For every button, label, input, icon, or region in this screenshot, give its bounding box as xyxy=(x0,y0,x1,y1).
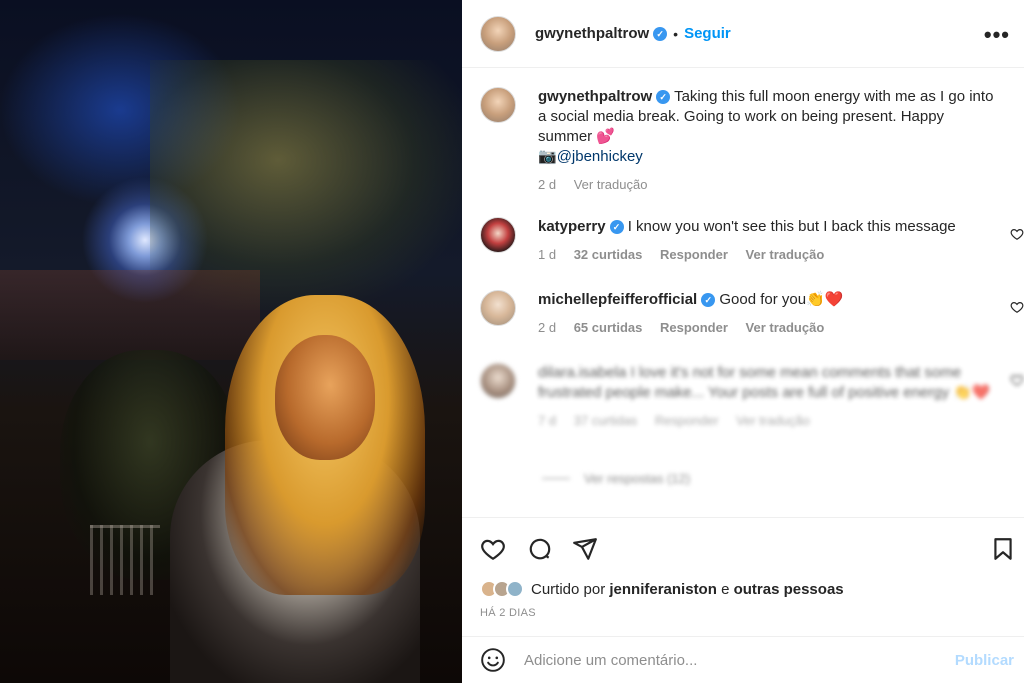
comment-likes[interactable]: 32 curtidas xyxy=(574,247,643,262)
comment-likes[interactable]: 65 curtidas xyxy=(574,320,643,335)
reply-button[interactable]: Responder xyxy=(660,320,728,335)
comment-avatar[interactable] xyxy=(480,217,516,253)
credit-handle-link[interactable]: @jbenhickey xyxy=(557,148,643,165)
comments-list[interactable]: gwynethpaltrow ✓ Taking this full moon en… xyxy=(462,69,1024,517)
comment-age[interactable]: 7 d xyxy=(538,413,556,428)
follow-button[interactable]: Seguir xyxy=(684,25,731,42)
comment-avatar[interactable] xyxy=(480,290,516,326)
liked-by-conj: e xyxy=(721,580,730,598)
view-replies-label: Ver respostas (12) xyxy=(584,471,691,486)
post-header: gwynethpaltrow ✓ • Seguir ••• xyxy=(462,0,1024,68)
post-side-panel: gwynethpaltrow ✓ • Seguir ••• gwynethpal… xyxy=(462,0,1024,683)
caption-age[interactable]: 2 d xyxy=(538,177,556,192)
comment-like-heart-icon[interactable] xyxy=(1010,227,1024,241)
view-replies-button[interactable]: Ver respostas (12) xyxy=(542,471,690,486)
comment-like-heart-icon[interactable] xyxy=(1010,373,1024,387)
reply-button[interactable]: Responder xyxy=(655,413,719,428)
author-avatar[interactable] xyxy=(480,15,516,52)
liked-by-prefix: Curtido por xyxy=(531,580,606,598)
photo-person-face xyxy=(275,335,375,460)
post-date[interactable]: HÁ 2 DIAS xyxy=(480,607,536,619)
camera-icon: 📷 xyxy=(538,148,557,165)
translate-link[interactable]: Ver tradução xyxy=(746,247,825,262)
comment-like-heart-icon[interactable] xyxy=(1010,300,1024,314)
comment-age[interactable]: 1 d xyxy=(538,247,556,262)
replies-divider xyxy=(542,478,570,479)
action-bar: Curtido por jenniferaniston e outras pes… xyxy=(462,517,1024,635)
verified-badge-icon: ✓ xyxy=(609,220,624,235)
liked-by: Curtido por jenniferaniston e outras pes… xyxy=(480,580,844,598)
photo-brick-wall xyxy=(0,270,260,360)
publish-button[interactable]: Publicar xyxy=(955,652,1014,669)
comment-username[interactable]: michellepfeifferofficial xyxy=(538,291,697,308)
caption-avatar[interactable] xyxy=(480,87,516,123)
comment-avatar[interactable] xyxy=(480,363,516,399)
comment-meta: 7 d 37 curtidas Responder Ver tradução xyxy=(538,411,998,431)
verified-badge-icon: ✓ xyxy=(653,26,668,41)
liker-avatar[interactable] xyxy=(506,580,524,598)
translate-link[interactable]: Ver tradução xyxy=(746,320,825,335)
comment-composer: Publicar xyxy=(462,636,1024,683)
comment-text: Good for you👏❤️ xyxy=(719,291,844,308)
comment-meta: 2 d 65 curtidas Responder Ver tradução xyxy=(538,318,998,338)
photo-chair xyxy=(90,525,160,595)
comment-input[interactable] xyxy=(524,651,924,669)
heart-icon[interactable] xyxy=(480,536,506,562)
comment-username[interactable]: katyperry xyxy=(538,218,606,235)
separator-dot: • xyxy=(673,25,679,42)
more-options-icon[interactable]: ••• xyxy=(984,22,1010,48)
paper-plane-icon[interactable] xyxy=(572,536,598,562)
liked-by-others-link[interactable]: outras pessoas xyxy=(734,581,844,598)
reply-button[interactable]: Responder xyxy=(660,247,728,262)
liked-by-user-link[interactable]: jenniferaniston xyxy=(609,581,717,598)
verified-badge-icon: ✓ xyxy=(701,293,716,308)
comment-text: I know you won't see this but I back thi… xyxy=(627,218,956,235)
comment-likes[interactable]: 37 curtidas xyxy=(574,413,638,428)
comment-meta: 1 d 32 curtidas Responder Ver tradução xyxy=(538,245,998,265)
author-username[interactable]: gwynethpaltrow xyxy=(535,25,649,42)
caption-username[interactable]: gwynethpaltrow xyxy=(538,88,652,105)
translate-link[interactable]: Ver tradução xyxy=(736,413,810,428)
emoji-icon[interactable] xyxy=(480,647,506,673)
post-photo[interactable] xyxy=(0,0,462,683)
verified-badge-icon: ✓ xyxy=(656,90,671,105)
comment-age[interactable]: 2 d xyxy=(538,320,556,335)
comment-icon[interactable] xyxy=(527,536,553,562)
bookmark-icon[interactable] xyxy=(990,536,1016,562)
caption-translate-link[interactable]: Ver tradução xyxy=(574,177,648,192)
comment-username[interactable]: dilara.isabela xyxy=(538,364,626,381)
caption-meta: 2 d Ver tradução xyxy=(538,175,998,195)
